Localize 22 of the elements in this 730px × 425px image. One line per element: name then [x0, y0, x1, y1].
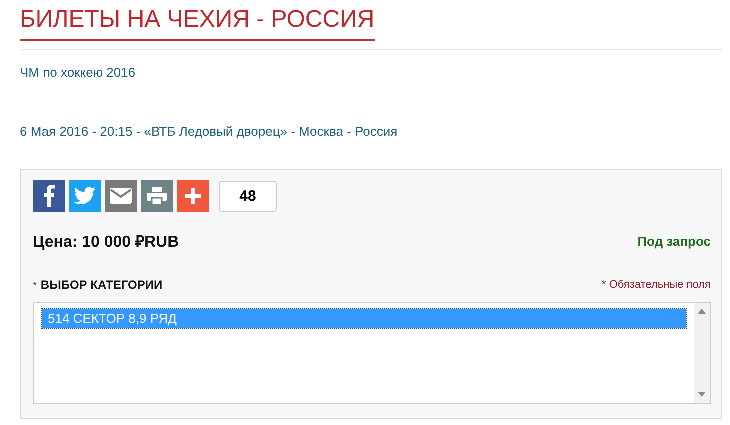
- event-link[interactable]: ЧМ по хоккею 2016: [20, 65, 722, 80]
- scroll-up-icon[interactable]: [698, 309, 706, 314]
- facebook-icon: [43, 185, 55, 207]
- share-button[interactable]: [177, 180, 209, 212]
- event-details-link[interactable]: 6 Мая 2016 - 20:15 - «ВТБ Ледовый дворец» - Москва - Россия: [20, 124, 722, 139]
- share-count: 48: [219, 180, 277, 212]
- field-label: ВЫБОР КАТЕГОРИИ: [40, 278, 163, 292]
- price: Цена: 10 000 ₽RUB: [33, 233, 180, 252]
- scroll-down-icon[interactable]: [698, 392, 706, 397]
- scrollbar[interactable]: [694, 303, 710, 403]
- page-title: БИЛЕТЫ НА ЧЕХИЯ - РОССИЯ: [20, 6, 375, 41]
- required-mark: *: [33, 281, 37, 292]
- envelope-icon: [110, 188, 132, 204]
- share-button[interactable]: [33, 180, 65, 212]
- availability-status: Под запрос: [638, 234, 711, 248]
- required-note: * Обязательные поля: [602, 279, 711, 291]
- printer-icon: [147, 187, 167, 205]
- share-button[interactable]: [105, 180, 137, 212]
- share-button[interactable]: [69, 180, 101, 212]
- share-button[interactable]: [141, 180, 173, 212]
- bird-icon: [74, 187, 96, 205]
- plus-icon: [185, 188, 201, 204]
